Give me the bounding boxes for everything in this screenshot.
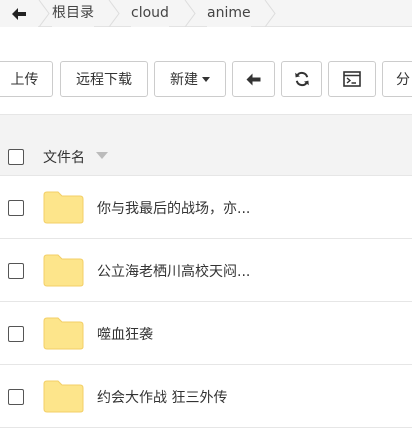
terminal-button[interactable] xyxy=(328,61,376,97)
arrow-left-icon xyxy=(12,7,26,20)
file-row[interactable]: 噬血狂袭 xyxy=(0,302,412,365)
row-checkbox[interactable] xyxy=(8,200,24,216)
upload-button-label: 上传 xyxy=(10,72,39,88)
file-row[interactable]: 约会大作战 狂三外传 xyxy=(0,365,412,428)
row-checkbox[interactable] xyxy=(8,263,24,279)
remote-download-button[interactable]: 远程下载 xyxy=(60,61,148,97)
chevron-down-icon xyxy=(202,76,210,82)
refresh-button[interactable] xyxy=(281,61,322,97)
new-dropdown-button[interactable]: 新建 xyxy=(154,61,226,97)
file-name[interactable]: 约会大作战 狂三外传 xyxy=(97,387,227,407)
breadcrumb-separator xyxy=(108,0,120,27)
file-name[interactable]: 噬血狂袭 xyxy=(97,324,153,344)
breadcrumb-item-cloud[interactable]: cloud xyxy=(131,0,169,27)
share-button-label: 分 xyxy=(396,72,410,88)
terminal-icon xyxy=(343,71,361,87)
arrow-left-icon xyxy=(246,73,261,85)
back-button[interactable] xyxy=(0,0,38,27)
upload-button[interactable]: 上传 xyxy=(0,61,53,97)
back-toolbar-button[interactable] xyxy=(232,61,275,97)
file-row[interactable]: 你与我最后的战场，亦... xyxy=(0,176,412,239)
folder-icon xyxy=(43,191,84,224)
filename-column-header[interactable]: 文件名 xyxy=(43,147,85,167)
folder-icon xyxy=(43,254,84,287)
select-all-checkbox[interactable] xyxy=(8,149,24,165)
file-table-header: 文件名 xyxy=(0,114,412,176)
breadcrumb-separator xyxy=(184,0,196,27)
remote-download-button-label: 远程下载 xyxy=(76,72,132,88)
file-name[interactable]: 公立海老栖川高校天闷... xyxy=(97,261,250,281)
row-checkbox[interactable] xyxy=(8,326,24,342)
toolbar: 上传 远程下载 新建 分 xyxy=(0,27,412,114)
new-button-label: 新建 xyxy=(170,72,198,88)
refresh-icon xyxy=(294,71,309,87)
breadcrumb-separator xyxy=(264,0,276,27)
file-name[interactable]: 你与我最后的战场，亦... xyxy=(97,198,250,218)
row-checkbox[interactable] xyxy=(8,389,24,405)
folder-icon xyxy=(43,380,84,413)
breadcrumb-separator xyxy=(38,0,50,27)
sort-down-icon[interactable] xyxy=(96,152,108,159)
breadcrumb: 根目录 cloud anime xyxy=(0,0,412,27)
breadcrumb-item-root[interactable]: 根目录 xyxy=(52,0,94,27)
breadcrumb-item-anime[interactable]: anime xyxy=(207,0,251,27)
folder-icon xyxy=(43,317,84,350)
file-row[interactable]: 公立海老栖川高校天闷... xyxy=(0,239,412,302)
share-button[interactable]: 分 xyxy=(382,61,412,97)
